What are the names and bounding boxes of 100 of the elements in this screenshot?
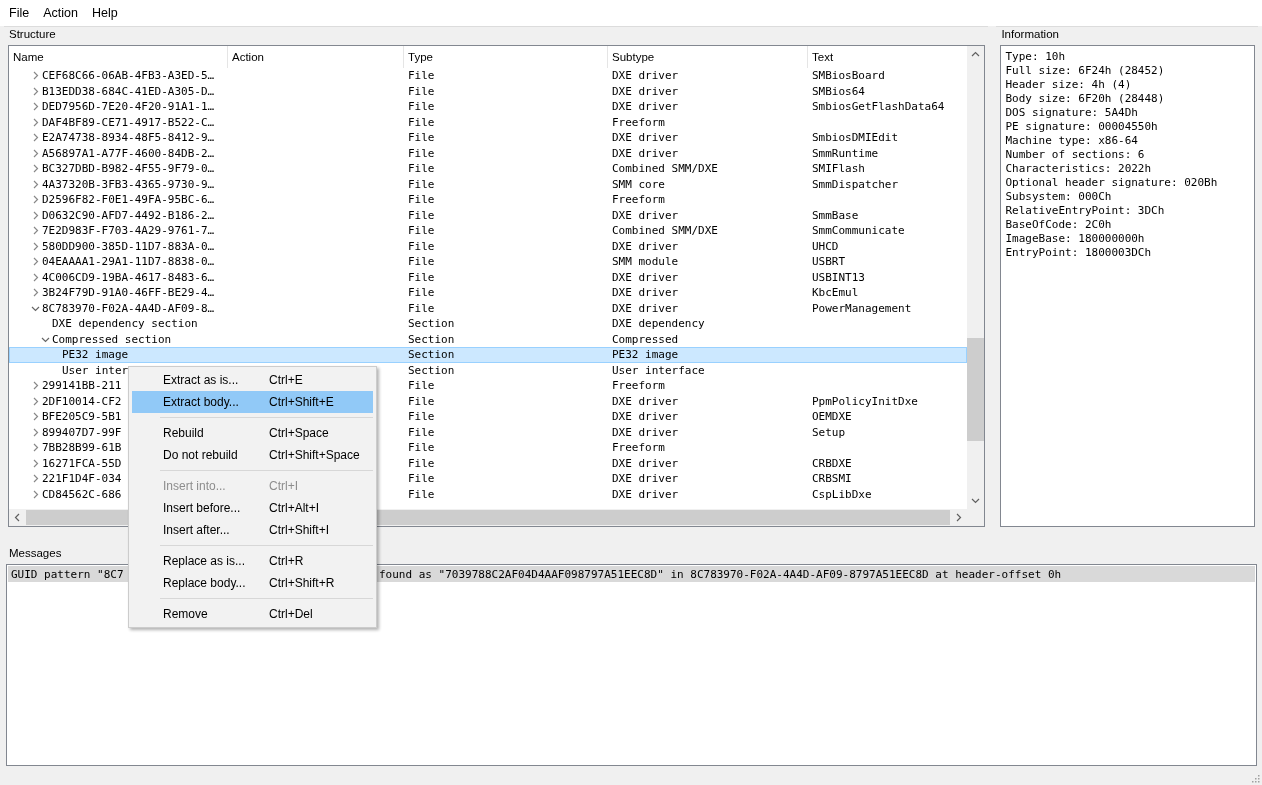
subtype-text: DXE driver xyxy=(612,69,679,83)
subtype-text: Freeform xyxy=(612,193,665,207)
subtype-text: DXE driver xyxy=(612,425,679,439)
type-text: File xyxy=(408,146,435,160)
type-text: File xyxy=(408,255,435,269)
type-text: File xyxy=(408,286,435,300)
info-line: DOS signature: 5A4Dh xyxy=(1005,106,1139,120)
chevron-right-icon[interactable] xyxy=(31,288,40,298)
info-line: EntryPoint: 1800003DCh xyxy=(1005,246,1153,260)
text-value: CRBDXE xyxy=(812,456,852,470)
subtype-text: Combined SMM/DXE xyxy=(612,224,718,238)
node-name: B13EDD38-684C-41ED-A305-D… xyxy=(42,84,215,98)
menu-item[interactable]: Action xyxy=(36,6,85,20)
chevron-right-icon[interactable] xyxy=(31,226,40,236)
type-text: File xyxy=(408,270,435,284)
type-text: File xyxy=(408,394,435,408)
subtype-text: Freeform xyxy=(612,441,665,455)
chevron-right-icon[interactable] xyxy=(31,396,40,406)
chevron-right-icon[interactable] xyxy=(31,427,40,437)
group-title: Structure xyxy=(8,27,57,42)
context-menu-item[interactable]: Extract body... Ctrl+Shift+E xyxy=(132,391,373,413)
size-grip-icon[interactable] xyxy=(1250,773,1260,783)
text-value: Setup xyxy=(812,425,846,439)
type-text: Section xyxy=(408,332,455,346)
text-value: CRBSMI xyxy=(812,472,852,486)
subtype-text: Freeform xyxy=(612,379,665,393)
type-text: File xyxy=(408,487,435,501)
type-text: Section xyxy=(408,348,455,362)
context-menu-item[interactable]: Extract as is... Ctrl+E xyxy=(132,369,373,391)
type-text: File xyxy=(408,162,435,176)
context-menu-item[interactable]: Insert before... Ctrl+Alt+I xyxy=(132,497,373,519)
type-text: File xyxy=(408,379,435,393)
menu-item[interactable]: File xyxy=(2,6,37,20)
subtype-text: Freeform xyxy=(612,115,665,129)
scrollbar-thumb[interactable] xyxy=(967,337,984,441)
chevron-right-icon[interactable] xyxy=(31,117,40,127)
type-text: File xyxy=(408,456,435,470)
text-value: USBRT xyxy=(812,255,846,269)
subtype-text: DXE driver xyxy=(612,84,679,98)
node-name: 7BB28B99-61B xyxy=(42,441,122,455)
selected-row[interactable]: PE32 image Section PE32 image xyxy=(9,347,967,363)
chevron-right-icon[interactable] xyxy=(31,71,40,81)
text-value: CspLibDxe xyxy=(812,487,872,501)
subtype-text: DXE driver xyxy=(612,131,679,145)
subtype-text: Compressed xyxy=(612,332,679,346)
node-name: D0632C90-AFD7-4492-B186-2… xyxy=(42,208,215,222)
subtype-text: DXE driver xyxy=(612,394,679,408)
group-title: Information xyxy=(1000,27,1060,42)
chevron-right-icon[interactable] xyxy=(31,179,40,189)
chevron-right-icon[interactable] xyxy=(31,489,40,499)
type-text: File xyxy=(408,301,435,315)
type-text: Section xyxy=(408,363,455,377)
subtype-text: DXE driver xyxy=(612,146,679,160)
node-name: BFE205C9-5B1 xyxy=(42,410,122,424)
chevron-right-icon[interactable] xyxy=(31,474,40,484)
menu-item[interactable]: Help xyxy=(84,6,125,20)
info-line: Body size: 6F20h (28448) xyxy=(1005,92,1166,106)
type-text: File xyxy=(408,131,435,145)
node-name: D2596F82-F0E1-49FA-95BC-6… xyxy=(42,193,215,207)
chevron-right-icon[interactable] xyxy=(31,412,40,422)
group-title: Messages xyxy=(8,546,63,561)
subtype-text: PE32 image xyxy=(612,348,679,362)
subtype-text: Combined SMM/DXE xyxy=(612,162,718,176)
type-text: File xyxy=(408,84,435,98)
context-menu-item[interactable]: Remove Ctrl+Del xyxy=(132,603,373,625)
type-text: File xyxy=(408,193,435,207)
node-name: 8C783970-F02A-4A4D-AF09-8… xyxy=(42,301,215,315)
vertical-scrollbar[interactable] xyxy=(967,46,984,509)
context-menu-item[interactable]: Do not rebuild Ctrl+Shift+Space xyxy=(132,444,373,466)
node-name: DED7956D-7E20-4F20-91A1-1… xyxy=(42,100,215,114)
subtype-text: DXE driver xyxy=(612,456,679,470)
type-text: File xyxy=(408,472,435,486)
type-text: File xyxy=(408,177,435,191)
subtype-text: DXE driver xyxy=(612,208,679,222)
chevron-right-icon[interactable] xyxy=(31,133,40,143)
context-menu-item[interactable]: Rebuild Ctrl+Space xyxy=(132,422,373,444)
text-value: KbcEmul xyxy=(812,286,859,300)
context-menu-item[interactable]: Insert after... Ctrl+Shift+I xyxy=(132,519,373,541)
chevron-right-icon[interactable] xyxy=(31,164,40,174)
chevron-right-icon[interactable] xyxy=(31,86,40,96)
subtype-text: SMM core xyxy=(612,177,665,191)
chevron-right-icon[interactable] xyxy=(31,443,40,453)
text-value: SMBios64 xyxy=(812,84,865,98)
node-name: 2DF10014-CF2 xyxy=(42,394,122,408)
chevron-right-icon[interactable] xyxy=(31,195,40,205)
chevron-right-icon[interactable] xyxy=(31,210,40,220)
node-name: 7E2D983F-F703-4A29-9761-7… xyxy=(42,224,215,238)
chevron-right-icon[interactable] xyxy=(31,381,40,391)
chevron-right-icon[interactable] xyxy=(31,102,40,112)
info-line: Characteristics: 2022h xyxy=(1005,162,1153,176)
chevron-right-icon[interactable] xyxy=(31,257,40,267)
chevron-right-icon[interactable] xyxy=(31,148,40,158)
chevron-right-icon[interactable] xyxy=(31,241,40,251)
chevron-right-icon[interactable] xyxy=(31,458,40,468)
subtype-text: DXE driver xyxy=(612,286,679,300)
node-name: 3B24F79D-91A0-46FF-BE29-4… xyxy=(42,286,215,300)
node-name: DAF4BF89-CE71-4917-B522-C… xyxy=(42,115,215,129)
chevron-right-icon[interactable] xyxy=(31,272,40,282)
subtype-text: DXE driver xyxy=(612,270,679,284)
text-value: SmmBase xyxy=(812,208,859,222)
